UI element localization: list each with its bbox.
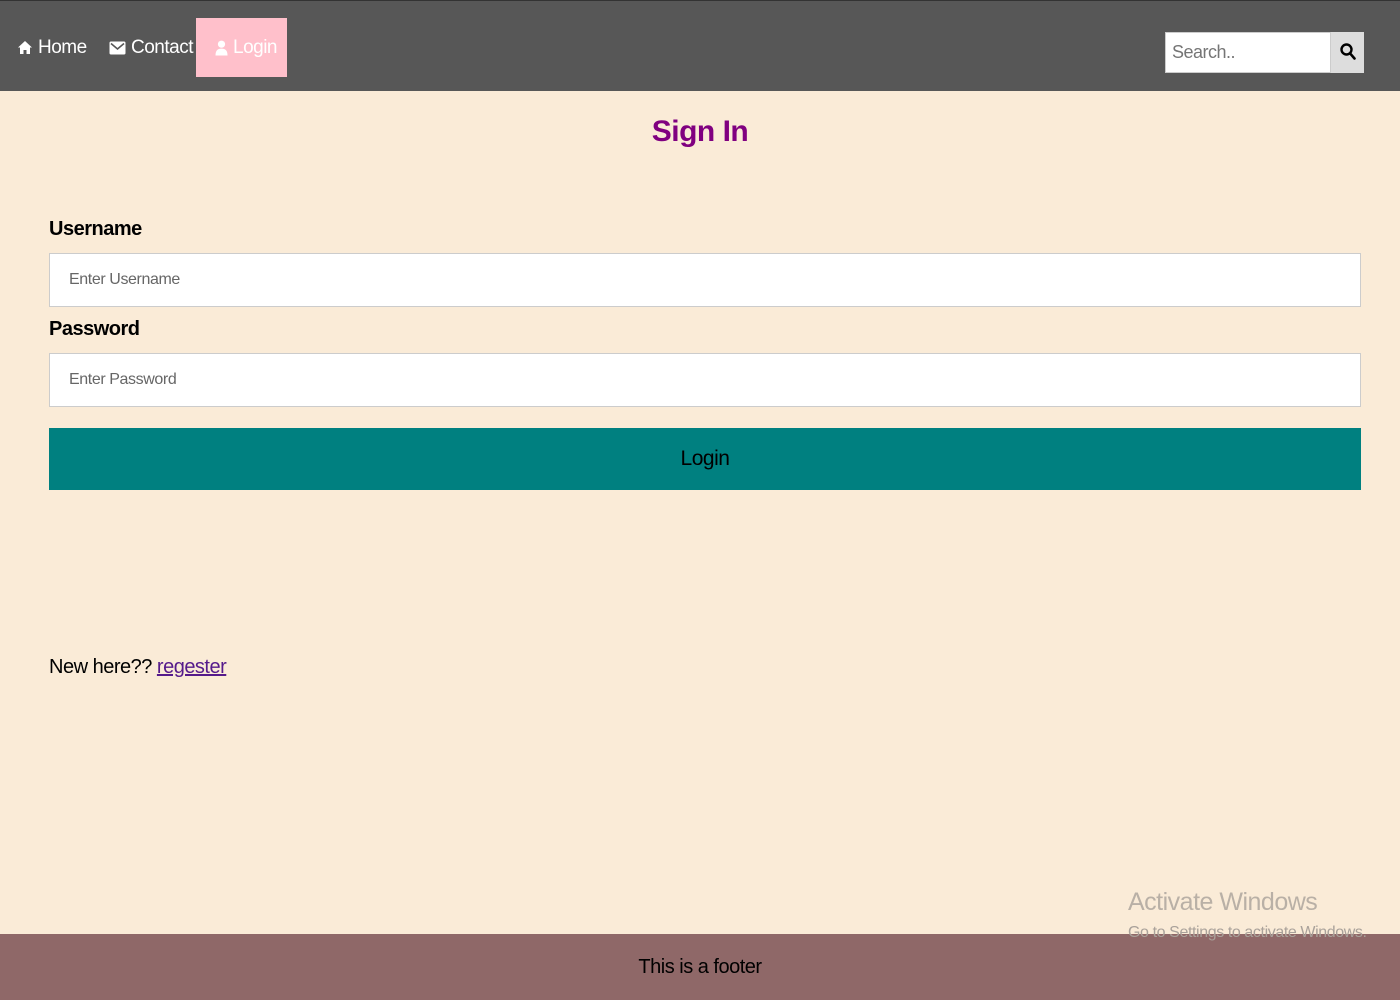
register-prompt-text: New here??: [49, 656, 152, 678]
password-field[interactable]: [49, 353, 1361, 407]
nav-contact-link[interactable]: Contact: [109, 18, 193, 77]
activate-windows-title: Activate Windows: [1128, 888, 1318, 916]
user-icon: [215, 40, 228, 56]
page-title: Sign In: [651, 115, 749, 148]
home-icon: [17, 40, 33, 55]
search-bar: [1165, 32, 1364, 73]
search-input[interactable]: [1165, 32, 1331, 73]
nav-login-label: Login: [233, 36, 278, 58]
nav-contact-label: Contact: [131, 36, 193, 58]
page-footer: This is a footer: [0, 934, 1400, 1000]
search-icon: [1339, 42, 1356, 63]
activate-windows-subtitle: Go to Settings to activate Windows.: [1128, 924, 1367, 941]
footer-text: This is a footer: [638, 955, 762, 978]
nav-home-link[interactable]: Home: [17, 18, 87, 77]
username-label: Username: [49, 218, 142, 240]
search-button[interactable]: [1331, 32, 1364, 73]
password-label: Password: [49, 318, 140, 340]
nav-home-label: Home: [38, 36, 87, 58]
login-button[interactable]: Login: [49, 428, 1361, 490]
nav-login-link[interactable]: Login: [196, 18, 287, 77]
register-prompt: New here?? regester: [49, 656, 227, 679]
envelope-icon: [109, 41, 126, 55]
username-field[interactable]: [49, 253, 1361, 307]
register-link[interactable]: regester: [157, 656, 227, 678]
top-navigation: Home Contact Login: [0, 0, 1400, 91]
